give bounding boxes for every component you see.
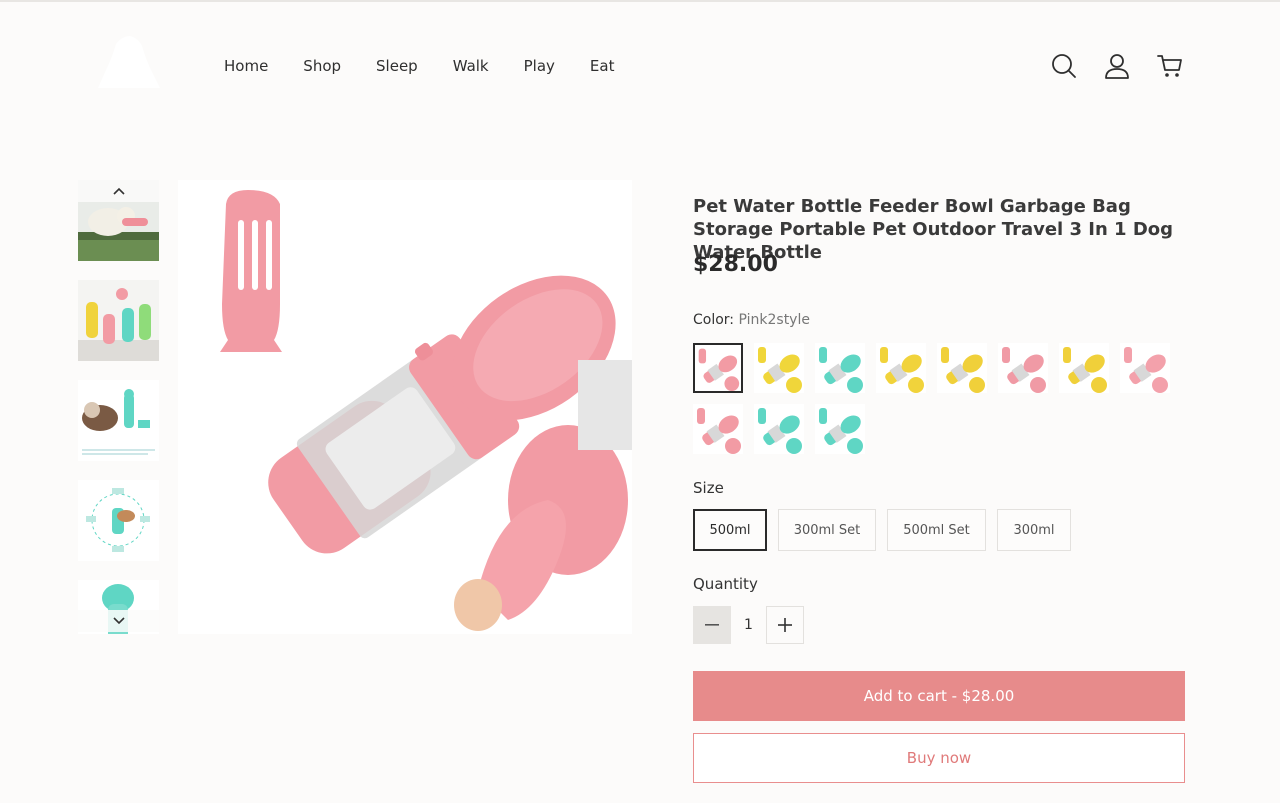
color-swatch[interactable] (754, 404, 804, 454)
chevron-down-icon (112, 617, 125, 625)
nav-walk[interactable]: Walk (453, 57, 489, 75)
plus-icon (778, 618, 792, 632)
color-swatch[interactable] (693, 343, 743, 393)
size-options: 500ml 300ml Set 500ml Set 300ml (693, 509, 1082, 551)
quantity-label: Quantity (693, 575, 758, 593)
size-label: Size (693, 479, 724, 497)
color-selected-value: Pink2style (738, 312, 810, 328)
thumbs-up-button[interactable] (78, 180, 159, 202)
account-icon[interactable] (1103, 52, 1131, 80)
size-option-300ml-set[interactable]: 300ml Set (778, 509, 876, 551)
size-option-500ml[interactable]: 500ml (693, 509, 767, 551)
color-swatch[interactable] (937, 343, 987, 393)
search-icon[interactable] (1050, 52, 1078, 80)
color-swatch[interactable] (693, 404, 743, 454)
nav-home[interactable]: Home (224, 57, 268, 75)
thumbnail-bottles-lineup[interactable] (78, 280, 159, 361)
nav-sleep[interactable]: Sleep (376, 57, 418, 75)
main-product-image[interactable] (178, 180, 632, 634)
top-divider (0, 0, 1280, 2)
color-swatch[interactable] (815, 343, 865, 393)
size-option-300ml[interactable]: 300ml (997, 509, 1071, 551)
main-nav: Home Shop Sleep Walk Play Eat (224, 57, 649, 75)
color-label-text: Color: (693, 312, 735, 328)
color-swatch[interactable] (1059, 343, 1109, 393)
chevron-up-icon (112, 187, 125, 195)
add-to-cart-button[interactable]: Add to cart - $28.00 (693, 671, 1185, 721)
color-label: Color: Pink2style (693, 312, 810, 328)
color-swatch[interactable] (998, 343, 1048, 393)
thumbnail-dog-with-bottle[interactable] (78, 380, 159, 461)
thumbnail-feature-diagram[interactable] (78, 480, 159, 561)
color-swatch[interactable] (876, 343, 926, 393)
quantity-increase-button[interactable] (766, 606, 804, 644)
buy-now-button[interactable]: Buy now (693, 733, 1185, 783)
header-icons (1050, 52, 1209, 80)
nav-shop[interactable]: Shop (303, 57, 341, 75)
color-swatch[interactable] (1120, 343, 1170, 393)
nav-eat[interactable]: Eat (590, 57, 615, 75)
store-logo[interactable] (90, 34, 162, 90)
color-swatch[interactable] (754, 343, 804, 393)
quantity-decrease-button[interactable] (693, 606, 731, 644)
minus-icon (705, 624, 719, 626)
color-swatch[interactable] (815, 404, 865, 454)
cart-icon[interactable] (1156, 52, 1184, 80)
product-price: $28.00 (693, 252, 778, 277)
size-option-500ml-set[interactable]: 500ml Set (887, 509, 986, 551)
thumbnail-strip (78, 180, 159, 634)
nav-play[interactable]: Play (524, 57, 555, 75)
thumbs-down-button[interactable] (78, 610, 159, 632)
quantity-input[interactable]: 1 (731, 606, 766, 644)
